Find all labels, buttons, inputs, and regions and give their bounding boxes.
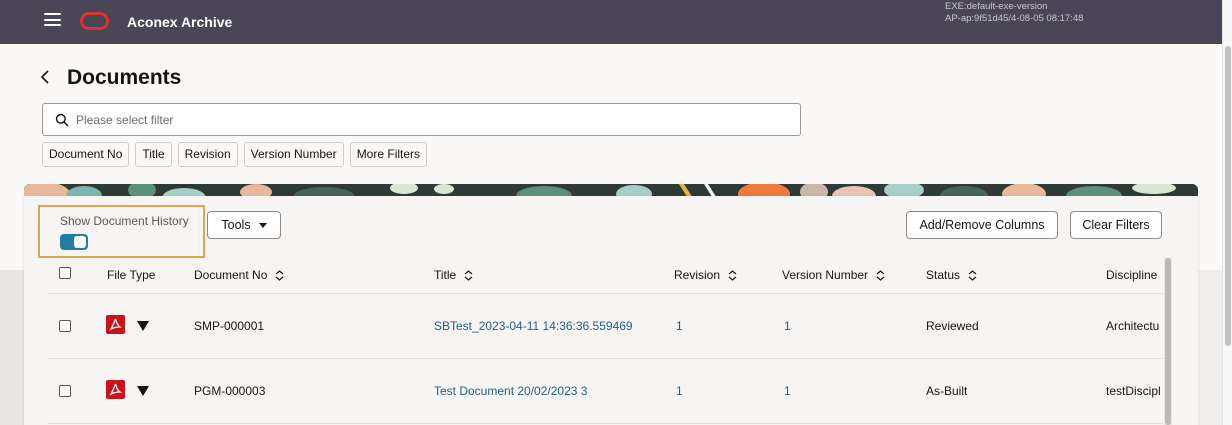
documents-table: File Type Document No Title Revision Ver… xyxy=(48,258,1163,425)
cell-document-no: PGM-000003 xyxy=(194,384,266,398)
filter-search-input[interactable] xyxy=(76,110,776,130)
filter-chip-title[interactable]: Title xyxy=(135,142,172,167)
cell-discipline: Architectu xyxy=(1106,319,1160,333)
filter-chip-revision[interactable]: Revision xyxy=(177,142,238,167)
row-checkbox[interactable] xyxy=(59,320,71,332)
table-scrollbar-thumb[interactable] xyxy=(1165,258,1171,425)
tools-menu-button[interactable]: Tools xyxy=(207,211,281,239)
column-header-status[interactable]: Status xyxy=(926,268,977,282)
sort-icon[interactable] xyxy=(968,270,977,282)
column-header-status-label: Status xyxy=(926,268,961,282)
toggle-knob xyxy=(74,236,86,248)
top-bar: Aconex Archive EXE:default-exe-version A… xyxy=(0,0,1222,44)
pdf-icon xyxy=(106,315,125,334)
cell-version-link[interactable]: 1 xyxy=(784,384,791,398)
add-remove-columns-button[interactable]: Add/Remove Columns xyxy=(906,211,1058,239)
oracle-logo-icon xyxy=(80,12,109,30)
chevron-down-icon xyxy=(258,222,267,228)
filter-chips: Document No Title Revision Version Numbe… xyxy=(42,142,428,167)
background-pattern xyxy=(0,270,24,425)
table-header-row: File Type Document No Title Revision Ver… xyxy=(48,258,1163,294)
cell-discipline: testDiscipl xyxy=(1106,384,1161,398)
table-row[interactable]: PGM-000003 Test Document 20/02/2023 3 1 … xyxy=(48,359,1163,424)
search-icon xyxy=(55,113,69,132)
back-chevron-icon[interactable] xyxy=(40,70,52,84)
column-header-revision[interactable]: Revision xyxy=(674,268,737,282)
sort-icon[interactable] xyxy=(464,270,473,282)
version-line-2: AP-ap:9f51d45/4-08-05 08:17:48 xyxy=(945,13,1084,24)
cell-document-no: SMP-000001 xyxy=(194,319,265,333)
page-scrollbar-thumb[interactable] xyxy=(1225,46,1231,346)
column-header-version-number-label: Version Number xyxy=(782,268,869,282)
filter-chip-document-no[interactable]: Document No xyxy=(42,142,130,167)
column-header-title-label: Title xyxy=(434,268,457,282)
column-header-title[interactable]: Title xyxy=(434,268,473,282)
table-scrollbar[interactable] xyxy=(1164,258,1172,425)
sort-icon[interactable] xyxy=(728,270,737,282)
tools-button-label: Tools xyxy=(221,218,251,232)
page-title: Documents xyxy=(67,66,182,89)
column-header-document-no[interactable]: Document No xyxy=(194,268,284,282)
filter-chip-version-number[interactable]: Version Number xyxy=(243,142,344,167)
column-header-version-number[interactable]: Version Number xyxy=(782,268,885,282)
page-scrollbar[interactable] xyxy=(1222,0,1232,425)
cell-title-link[interactable]: SBTest_2023-04-11 14:36:36.559469 xyxy=(434,319,633,333)
app-title: Aconex Archive xyxy=(127,14,233,30)
row-checkbox[interactable] xyxy=(59,385,71,397)
filter-search-box[interactable] xyxy=(42,103,801,136)
row-actions-caret-icon[interactable] xyxy=(137,321,149,331)
filter-chip-more-filters[interactable]: More Filters xyxy=(349,142,428,167)
show-document-history-label: Show Document History xyxy=(60,214,189,228)
cell-version-link[interactable]: 1 xyxy=(784,319,791,333)
cell-status: As-Built xyxy=(926,384,968,398)
column-header-file-type: File Type xyxy=(107,268,156,282)
version-info: EXE:default-exe-version AP-ap:9f51d45/4-… xyxy=(945,1,1083,25)
column-header-discipline[interactable]: Discipline xyxy=(1106,268,1157,282)
table-row[interactable]: SMP-000001 SBTest_2023-04-11 14:36:36.55… xyxy=(48,294,1163,359)
select-all-checkbox[interactable] xyxy=(59,267,71,279)
sort-icon[interactable] xyxy=(876,270,885,282)
hamburger-menu-icon[interactable] xyxy=(44,13,61,26)
show-document-history-control: Show Document History xyxy=(38,205,205,258)
cell-title-link[interactable]: Test Document 20/02/2023 3 xyxy=(434,384,587,398)
clear-filters-button[interactable]: Clear Filters xyxy=(1070,211,1162,239)
cell-revision-link[interactable]: 1 xyxy=(676,384,683,398)
documents-panel: Show Document History Tools Add/Remove C… xyxy=(24,196,1198,425)
sort-icon[interactable] xyxy=(275,270,284,282)
row-actions-caret-icon[interactable] xyxy=(137,386,149,396)
column-header-revision-label: Revision xyxy=(674,268,721,282)
pdf-icon xyxy=(106,380,125,399)
column-header-document-no-label: Document No xyxy=(194,268,268,282)
cell-status: Reviewed xyxy=(926,319,979,333)
version-line-1: EXE:default-exe-version xyxy=(945,1,1048,12)
show-document-history-toggle[interactable] xyxy=(60,234,88,250)
cell-revision-link[interactable]: 1 xyxy=(676,319,683,333)
